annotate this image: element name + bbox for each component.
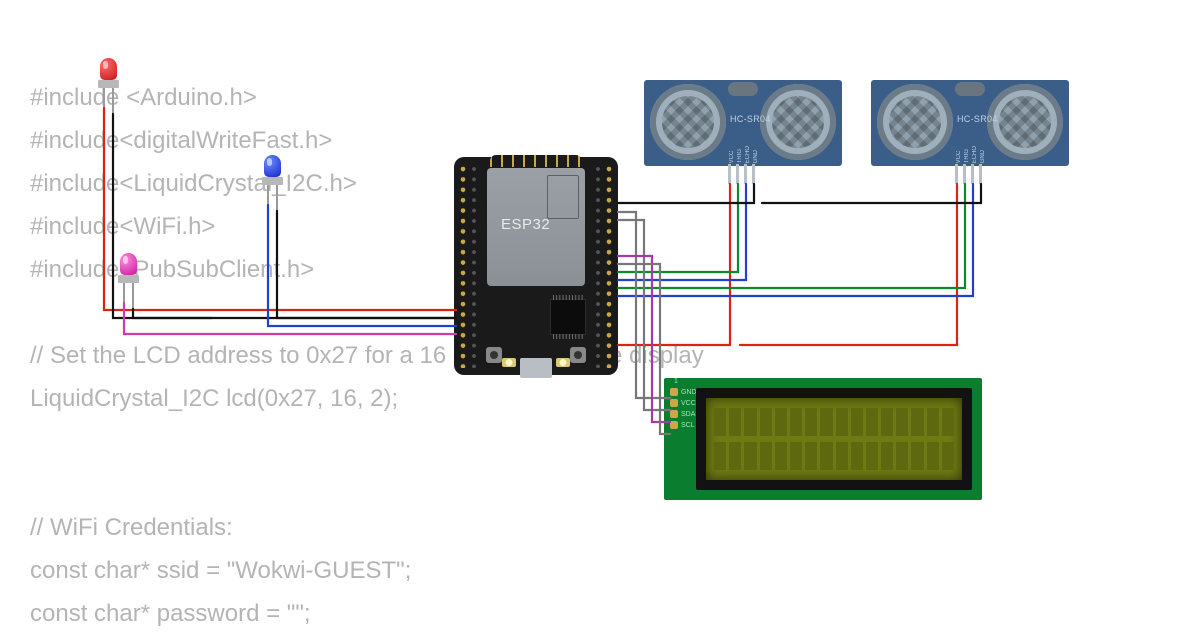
led-anode: [123, 283, 125, 303]
lcd-cell: [729, 442, 741, 470]
esp32-led-indicator: [556, 358, 570, 367]
transducer-left: [650, 84, 726, 160]
lcd-cell: [881, 408, 893, 436]
esp32-boot-button[interactable]: [570, 347, 586, 363]
lcd-cell: [760, 442, 772, 470]
lcd-cell: [911, 408, 923, 436]
lcd-cell: [820, 442, 832, 470]
led-blue[interactable]: [262, 155, 282, 185]
lcd-cell: [775, 442, 787, 470]
crystal: [955, 82, 985, 96]
led-red[interactable]: [98, 58, 118, 88]
lcd-cell: [927, 442, 939, 470]
lcd-cell: [714, 408, 726, 436]
lcd-cell: [820, 408, 832, 436]
lcd-pin1-mark: 1: [674, 378, 678, 385]
sensor-label: HC-SR04: [730, 114, 771, 124]
lcd-cell: [744, 408, 756, 436]
esp32-shield: ESP32: [487, 168, 585, 286]
lcd-cell: [851, 408, 863, 436]
led-pink[interactable]: [118, 253, 138, 283]
lcd-cell: [790, 408, 802, 436]
lcd-cell: [942, 442, 954, 470]
transducer-right: [760, 84, 836, 160]
lcd-cell: [866, 408, 878, 436]
pin-header-left: [471, 164, 477, 368]
lcd-screen: [706, 398, 962, 480]
lcd-cell: [851, 442, 863, 470]
hcsr04-sensor-2[interactable]: HC-SR04 VCCTRIGECHOGND: [871, 80, 1069, 166]
lcd-cell: [729, 408, 741, 436]
lcd-cell: [760, 408, 772, 436]
micro-usb-port: [520, 358, 552, 378]
lcd-cell: [775, 408, 787, 436]
led-base: [98, 80, 119, 88]
esp32-antenna: [490, 155, 582, 167]
hcsr04-sensor-1[interactable]: HC-SR04 VCCTRIGECHOGND: [644, 80, 842, 166]
lcd-cell: [805, 442, 817, 470]
transducer-left: [877, 84, 953, 160]
lcd-i2c-header: GND VCC SDA SCL: [670, 388, 697, 429]
lcd-cell: [942, 408, 954, 436]
led-base: [262, 177, 283, 185]
lcd-cell: [927, 408, 939, 436]
lcd-cell: [866, 442, 878, 470]
led-anode: [267, 185, 269, 205]
led-bulb: [120, 253, 137, 275]
led-cathode: [132, 283, 134, 309]
usb-uart-chip: [550, 299, 586, 335]
lcd-cell: [896, 408, 908, 436]
lcd-cell: [744, 442, 756, 470]
lcd-cell: [790, 442, 802, 470]
lcd-row: [714, 442, 954, 470]
lcd-1602-i2c[interactable]: 1 GND VCC SDA SCL: [664, 378, 982, 500]
lcd-cell: [911, 442, 923, 470]
lcd-cell: [836, 442, 848, 470]
led-cathode: [112, 88, 114, 114]
led-base: [118, 275, 139, 283]
esp32-en-button[interactable]: [486, 347, 502, 363]
lcd-cell: [836, 408, 848, 436]
led-bulb: [264, 155, 281, 177]
led-bulb: [100, 58, 117, 80]
led-anode: [103, 88, 105, 108]
sonar-pinlabels: VCCTRIGECHOGND: [956, 146, 986, 163]
sonar-pins: [955, 164, 982, 184]
esp32-led-indicator: [502, 358, 516, 367]
sonar-pins: [728, 164, 755, 184]
sonar-pinlabels: VCCTRIGECHOGND: [729, 146, 759, 163]
esp32-board[interactable]: ESP32: [454, 157, 618, 375]
pin-header-right: [595, 164, 601, 368]
lcd-row: [714, 408, 954, 436]
sensor-label: HC-SR04: [957, 114, 998, 124]
lcd-cell: [881, 442, 893, 470]
led-cathode: [276, 185, 278, 211]
lcd-cell: [805, 408, 817, 436]
crystal: [728, 82, 758, 96]
lcd-cell: [714, 442, 726, 470]
transducer-right: [987, 84, 1063, 160]
esp32-label: ESP32: [501, 216, 550, 233]
lcd-cell: [896, 442, 908, 470]
